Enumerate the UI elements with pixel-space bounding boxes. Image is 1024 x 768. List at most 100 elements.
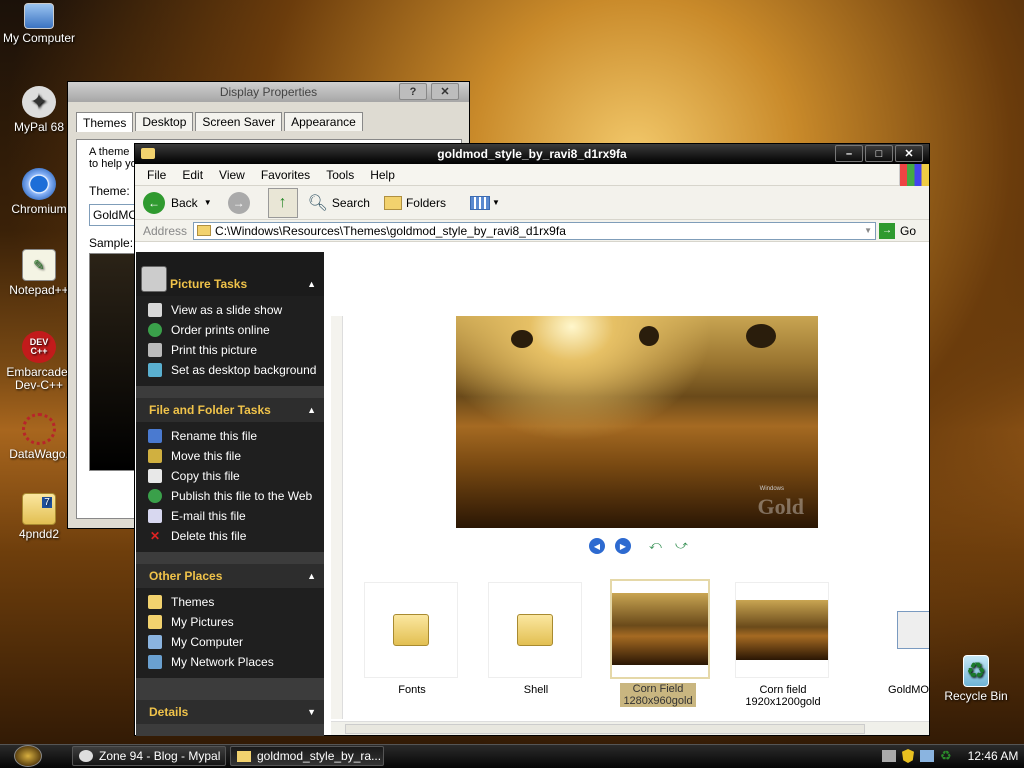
menu-view[interactable]: View [211, 168, 253, 182]
folder-icon [364, 582, 458, 678]
other-places-list: Themes My Pictures My Computer My Networ… [136, 588, 324, 678]
close-button[interactable]: ✕ [431, 83, 459, 100]
tab-desktop[interactable]: Desktop [135, 112, 194, 131]
back-button[interactable]: ← Back ▼ [143, 191, 212, 214]
tab-screen-saver[interactable]: Screen Saver [195, 112, 283, 131]
task-view-slideshow[interactable]: View as a slide show [148, 300, 324, 320]
address-label: Address [143, 223, 188, 238]
task-label: Move this file [171, 449, 242, 463]
file-item-corn-field-1920[interactable]: Corn field 1920x1200gold [735, 582, 831, 708]
details-header[interactable]: Details ▼ [136, 700, 324, 724]
help-button[interactable]: ? [399, 83, 427, 100]
menu-tools[interactable]: Tools [318, 168, 362, 182]
horizontal-scrollbar[interactable] [331, 721, 929, 735]
desktop-icon-my-computer[interactable]: My Computer [0, 3, 78, 45]
taskbar-task-mypal[interactable]: Zone 94 - Blog - Mypal [72, 746, 226, 766]
menu-edit[interactable]: Edit [174, 168, 211, 182]
desktop-icon-label: 4pndd2 [18, 527, 60, 541]
tab-themes[interactable]: Themes [76, 112, 134, 132]
collapse-chevron-icon: ▲ [307, 405, 316, 415]
tray-shield-icon[interactable] [902, 749, 914, 763]
rotate-right-button[interactable]: ⤻ [675, 538, 691, 554]
email-icon [148, 509, 162, 523]
tray-network-icon[interactable] [920, 750, 934, 762]
place-my-pictures[interactable]: My Pictures [148, 612, 324, 632]
file-item-corn-field-1280[interactable]: Corn Field 1280x960gold [610, 579, 710, 707]
tray-printer-icon[interactable] [882, 750, 896, 762]
previous-image-button[interactable]: ◀ [589, 538, 605, 554]
task-rename[interactable]: Rename this file [148, 426, 324, 446]
computer-icon [148, 635, 162, 649]
network-icon [148, 655, 162, 669]
folders-button[interactable]: Folders [383, 195, 446, 210]
minimize-button[interactable]: – [835, 145, 863, 162]
picture-tasks-header[interactable]: Picture Tasks ▲ [136, 272, 324, 296]
task-order-prints[interactable]: Order prints online [148, 320, 324, 340]
taskbar-clock[interactable]: 12:46 AM [968, 749, 1019, 763]
menu-favorites[interactable]: Favorites [253, 168, 318, 182]
task-email[interactable]: E-mail this file [148, 506, 324, 526]
sample-preview [89, 253, 137, 471]
place-label: My Computer [171, 635, 244, 649]
tree-icon [511, 330, 533, 348]
place-label: My Network Places [171, 655, 274, 669]
notepad-icon: ✎ [22, 249, 56, 281]
file-label: Fonts [398, 684, 426, 696]
place-my-computer[interactable]: My Computer [148, 632, 324, 652]
task-copy[interactable]: Copy this file [148, 466, 324, 486]
place-label: Themes [171, 595, 215, 609]
vertical-scrollbar[interactable] [331, 316, 343, 719]
address-value: C:\Windows\Resources\Themes\goldmod_styl… [215, 223, 566, 238]
desktop-icon-recycle-bin[interactable]: ♻ Recycle Bin [936, 655, 1016, 703]
tray-recycle-icon[interactable]: ♻ [940, 748, 952, 764]
start-button[interactable] [14, 745, 42, 767]
close-button[interactable]: ✕ [895, 145, 923, 162]
up-folder-button[interactable]: ↑ [267, 187, 298, 218]
file-name: Corn field [759, 684, 807, 696]
go-button[interactable]: → Go [879, 222, 917, 239]
task-print-picture[interactable]: Print this picture [148, 340, 324, 360]
task-pane: Picture Tasks ▲ View as a slide show Ord… [136, 252, 324, 736]
window-titlebar[interactable]: Display Properties ? ✕ [68, 82, 469, 102]
address-input[interactable]: C:\Windows\Resources\Themes\goldmod_styl… [193, 221, 877, 240]
file-item-goldmod-theme[interactable]: GoldMO [859, 582, 929, 696]
search-button[interactable]: 🔍︎ Search [308, 193, 370, 213]
go-label: Go [900, 223, 917, 238]
details-title: Details [149, 705, 189, 719]
taskbar-task-label: Zone 94 - Blog - Mypal [99, 749, 221, 763]
task-label: Set as desktop background [171, 363, 317, 377]
file-item-fonts[interactable]: Fonts [364, 582, 460, 696]
mypal-icon: ✦ [22, 86, 56, 118]
datawago-icon [22, 413, 56, 445]
task-set-desktop-background[interactable]: Set as desktop background [148, 360, 324, 380]
forward-button[interactable]: → [227, 191, 250, 214]
desktop-background-icon [148, 363, 162, 377]
taskbar-task-explorer[interactable]: goldmod_style_by_ra... [230, 746, 384, 766]
explorer-window[interactable]: goldmod_style_by_ravi8_d1rx9fa – □ ✕ Fil… [134, 143, 930, 736]
place-themes[interactable]: Themes [148, 592, 324, 612]
recycle-bin-icon: ♻ [963, 655, 989, 687]
rotate-left-button[interactable]: ⤺ [649, 538, 665, 554]
views-button[interactable]: ▼ [469, 194, 500, 212]
task-move[interactable]: Move this file [148, 446, 324, 466]
tab-appearance[interactable]: Appearance [284, 112, 363, 131]
menu-file[interactable]: File [139, 168, 174, 182]
file-tasks-title: File and Folder Tasks [149, 403, 271, 417]
task-label: E-mail this file [171, 509, 246, 523]
computer-icon [24, 3, 54, 29]
menu-help[interactable]: Help [362, 168, 403, 182]
task-delete[interactable]: ✕ Delete this file [148, 526, 324, 546]
views-icon [469, 195, 490, 210]
maximize-button[interactable]: □ [865, 145, 893, 162]
folder-icon [197, 225, 212, 236]
file-tasks-header[interactable]: File and Folder Tasks ▲ [136, 398, 324, 422]
task-label: Copy this file [171, 469, 240, 483]
window-titlebar[interactable]: goldmod_style_by_ravi8_d1rx9fa – □ ✕ [135, 144, 929, 164]
next-image-button[interactable]: ▶ [615, 538, 631, 554]
other-places-header[interactable]: Other Places ▲ [136, 564, 324, 588]
task-publish[interactable]: Publish this file to the Web [148, 486, 324, 506]
task-label: Print this picture [171, 343, 258, 357]
place-my-network[interactable]: My Network Places [148, 652, 324, 672]
file-item-shell[interactable]: Shell [488, 582, 584, 696]
back-arrow-icon: ← [143, 191, 165, 214]
